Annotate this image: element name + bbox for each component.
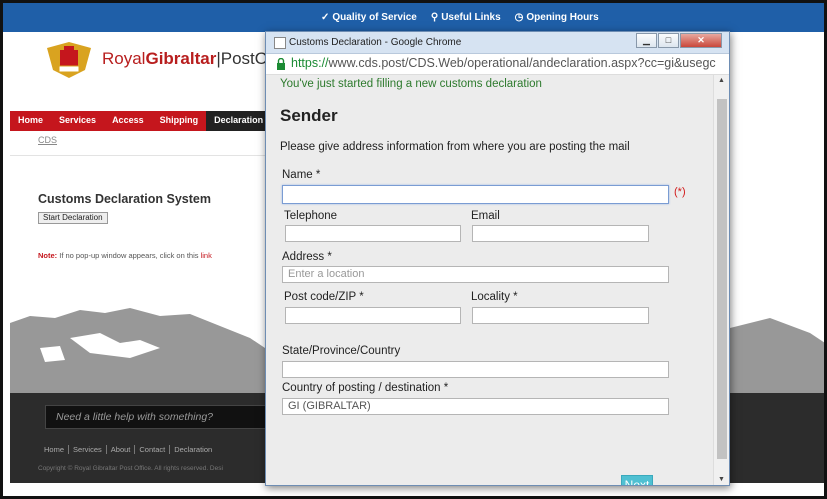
copyright-text: Copyright © Royal Gibraltar Post Office.…	[38, 465, 223, 472]
nav-declaration[interactable]: Declaration	[206, 111, 272, 131]
email-label: Email	[471, 210, 500, 222]
divider	[10, 155, 265, 156]
locality-label: Locality *	[471, 291, 518, 303]
nav-services[interactable]: Services	[51, 111, 104, 131]
footer-link-declaration[interactable]: Declaration	[170, 445, 216, 454]
state-label: State/Province/Country	[282, 345, 401, 357]
crest-logo-icon[interactable]	[45, 40, 93, 80]
page-title: Customs Declaration System	[38, 192, 211, 206]
scrollbar-thumb[interactable]	[717, 99, 727, 459]
scroll-up-icon[interactable]: ▲	[718, 77, 725, 84]
form-content: You've just started filling a new custom…	[266, 75, 713, 485]
quality-of-service-link[interactable]: ✓ Quality of Service	[321, 12, 417, 23]
telephone-field[interactable]	[285, 225, 461, 242]
status-banner: You've just started filling a new custom…	[280, 78, 542, 90]
popup-note: Note: If no pop-up window appears, click…	[38, 251, 212, 260]
address-bar[interactable]: https://www.cds.post/CDS.Web/operational…	[266, 54, 729, 75]
customs-declaration-window: Customs Declaration - Google Chrome ▁ □ …	[265, 31, 730, 486]
clock-icon: ◷	[514, 12, 524, 23]
footer-link-home[interactable]: Home	[40, 445, 70, 454]
lock-icon	[277, 58, 285, 70]
page-icon	[274, 37, 286, 49]
section-intro: Please give address information from whe…	[280, 141, 630, 153]
scrollbar[interactable]: ▲ ▼	[713, 75, 729, 485]
footer-link-services[interactable]: Services	[69, 445, 107, 454]
country-label: Country of posting / destination *	[282, 382, 449, 394]
popup-fallback-link[interactable]: link	[201, 251, 212, 260]
minimize-button[interactable]: ▁	[636, 33, 657, 48]
maximize-button[interactable]: □	[658, 33, 679, 48]
footer-link-about[interactable]: About	[107, 445, 136, 454]
window-titlebar[interactable]: Customs Declaration - Google Chrome ▁ □ …	[266, 32, 729, 54]
address-label: Address *	[282, 251, 332, 263]
nav-access[interactable]: Access	[104, 111, 152, 131]
email-field[interactable]	[472, 225, 649, 242]
name-label: Name *	[282, 169, 321, 181]
start-declaration-button[interactable]: Start Declaration	[38, 212, 108, 224]
brand-name: RoyalGibraltar|PostOffi	[102, 49, 281, 68]
scroll-down-icon[interactable]: ▼	[718, 476, 725, 483]
checkmark-icon: ✓	[321, 12, 330, 23]
address-field[interactable]: Enter a location	[282, 266, 669, 283]
postcode-field[interactable]	[285, 307, 461, 324]
country-field[interactable]: GI (GIBRALTAR)	[282, 398, 669, 415]
footer-links: Home Services About Contact Declaration	[40, 445, 216, 454]
required-marker: (*)	[674, 186, 686, 198]
footer-link-contact[interactable]: Contact	[135, 445, 171, 454]
next-button[interactable]: Next	[621, 475, 653, 485]
telephone-label: Telephone	[284, 210, 338, 222]
pin-icon: ⚲	[430, 12, 439, 23]
close-button[interactable]: ✕	[680, 33, 722, 48]
name-field[interactable]	[282, 185, 669, 204]
nav-shipping[interactable]: Shipping	[152, 111, 207, 131]
opening-hours-link[interactable]: ◷ Opening Hours	[515, 12, 599, 23]
useful-links-link[interactable]: ⚲ Useful Links	[431, 12, 501, 23]
top-utility-bar: ✓ Quality of Service ⚲ Useful Links ◷ Op…	[3, 3, 824, 32]
locality-field[interactable]	[472, 307, 649, 324]
breadcrumb[interactable]: CDS	[38, 135, 57, 145]
help-search-input[interactable]: Need a little help with something?	[45, 405, 285, 429]
section-heading: Sender	[280, 106, 338, 125]
postcode-label: Post code/ZIP *	[284, 291, 364, 303]
nav-home[interactable]: Home	[10, 111, 51, 131]
state-field[interactable]	[282, 361, 669, 378]
window-title: Customs Declaration - Google Chrome	[289, 37, 462, 48]
